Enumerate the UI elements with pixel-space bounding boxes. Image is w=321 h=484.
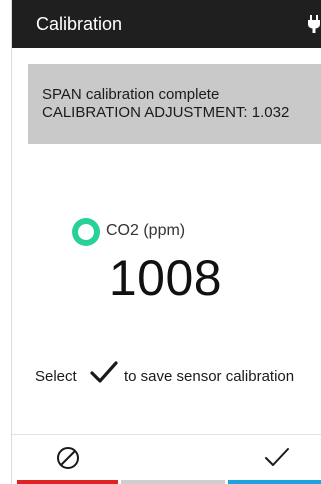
instruction-text-before: Select [35, 368, 77, 385]
confirm-button-bar [228, 480, 321, 484]
sensor-header: CO2 (ppm) [72, 218, 272, 246]
cancel-icon [57, 447, 79, 469]
save-instruction: Select to save sensor calibration [35, 360, 321, 390]
checkmark-icon [265, 448, 289, 466]
middle-button[interactable] [121, 435, 225, 484]
screen-border [11, 0, 12, 484]
sensor-status-icon [72, 218, 100, 246]
cancel-button[interactable] [17, 435, 118, 484]
confirm-save-button[interactable] [228, 435, 321, 484]
middle-button-bar [121, 480, 225, 484]
page-title: Calibration [36, 14, 123, 34]
calibration-status-banner: SPAN calibration complete CALIBRATION AD… [28, 64, 321, 144]
banner-adjustment-text: CALIBRATION ADJUSTMENT: 1.032 [42, 104, 290, 121]
sensor-reading-value: 1008 [108, 250, 223, 306]
checkmark-icon [90, 361, 118, 383]
plug-icon [308, 15, 320, 33]
title-bar: Calibration [12, 0, 321, 48]
cancel-button-bar [17, 480, 118, 484]
banner-status-text: SPAN calibration complete [42, 86, 220, 103]
instruction-text-after: to save sensor calibration [124, 368, 295, 385]
sensor-gas-label: CO2 (ppm) [106, 222, 186, 239]
